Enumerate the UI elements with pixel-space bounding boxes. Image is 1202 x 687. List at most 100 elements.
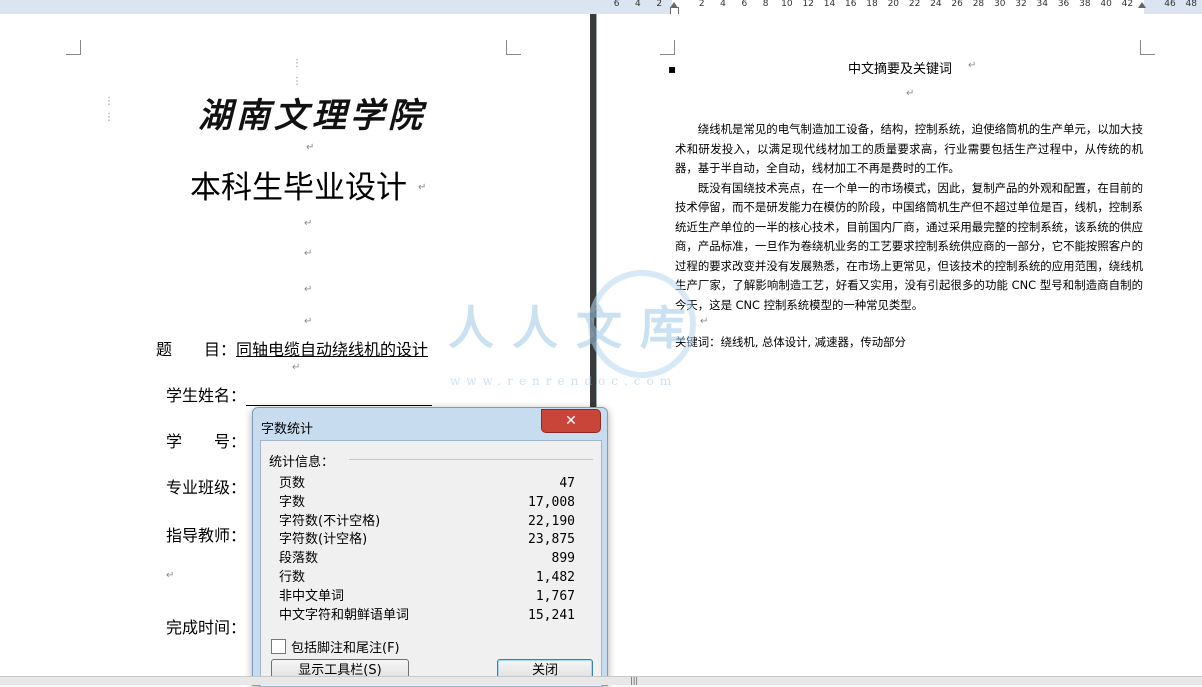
topic-label: 题 目： bbox=[156, 340, 237, 359]
student-id-field: 学 号： bbox=[166, 428, 246, 452]
paragraph-mark: ↵ bbox=[968, 60, 977, 71]
ruler-number: 36 bbox=[1057, 0, 1070, 9]
topic-value[interactable]: 同轴电缆自动绕线机的设计 bbox=[236, 340, 428, 359]
word-count-dialog[interactable]: 字数统计 ✕ 统计信息： 页数 47 字数 17,008 字符数(不计空格) 2… bbox=[252, 407, 608, 687]
include-footnotes-label: 包括脚注和尾注(F) bbox=[291, 641, 400, 656]
ruler-number: 22 bbox=[908, 0, 921, 9]
completion-date-label: 完成时间： bbox=[166, 618, 247, 637]
keywords-line: 关键词：绕线机, 总体设计, 减速器，传动部分 bbox=[675, 335, 906, 349]
paragraph-mark: ↵ bbox=[304, 248, 313, 259]
ruler-number: 30 bbox=[993, 0, 1006, 9]
school-name-logo: 湖南文理学院 bbox=[198, 96, 426, 136]
advisor-label: 指导教师： bbox=[166, 526, 247, 545]
ruler-number: 42 bbox=[1121, 0, 1134, 9]
stat-value: 23,875 bbox=[528, 532, 575, 548]
right-indent-marker[interactable] bbox=[1138, 2, 1146, 8]
stat-value: 47 bbox=[559, 476, 575, 491]
stat-value: 17,008 bbox=[528, 494, 575, 510]
paragraph-mark: ↵ bbox=[304, 284, 313, 295]
student-name-field: 学生姓名： bbox=[166, 382, 433, 406]
crop-mark bbox=[1140, 40, 1155, 55]
ruler-number: 16 bbox=[845, 0, 857, 9]
stat-row: 段落数 899 bbox=[279, 550, 575, 569]
paragraph-mark: ↵ bbox=[292, 362, 301, 373]
stats-label: 统计信息： bbox=[269, 455, 335, 470]
paragraph-mark: ↵ bbox=[418, 182, 427, 193]
stat-label: 行数 bbox=[279, 569, 306, 585]
paragraph-mark: ⋮ bbox=[292, 76, 302, 87]
ruler-number: 28 bbox=[972, 0, 985, 9]
crop-mark bbox=[66, 40, 81, 55]
ruler-number: 18 bbox=[866, 0, 878, 9]
ruler-number: 2 bbox=[656, 0, 663, 9]
ruler-number: 48 bbox=[1185, 0, 1197, 9]
topic-field: 题 目：同轴电缆自动绕线机的设计 bbox=[156, 336, 428, 360]
ruler-number: 32 bbox=[1015, 0, 1027, 9]
horizontal-ruler[interactable]: 6 4 2 2 4 6 8 10 12 14 16 18 20 22 24 26 28 30 32 34 36 38 40 4… bbox=[0, 0, 1202, 15]
dialog-body: 统计信息： 页数 47 字数 17,008 字符数(不计空格) 22,190 字… bbox=[260, 440, 602, 687]
ruler-number: 34 bbox=[1036, 0, 1048, 9]
paragraph-mark: ↵ bbox=[304, 316, 313, 327]
paragraph-mark: ↵ bbox=[700, 316, 709, 327]
ruler-number: 4 bbox=[720, 0, 726, 9]
bullet-mark: ▪ bbox=[668, 62, 677, 76]
ruler-number: 20 bbox=[887, 0, 900, 9]
ruler-number: 12 bbox=[802, 0, 814, 9]
ruler-number: 46 bbox=[1164, 0, 1176, 9]
paragraph-mark: ⋮ bbox=[104, 96, 114, 107]
stat-row: 字数 17,008 bbox=[279, 494, 575, 513]
paragraph-mark: ↵ bbox=[906, 88, 915, 99]
stat-value: 15,241 bbox=[528, 607, 575, 623]
ruler-number: 6 bbox=[613, 0, 620, 9]
ruler-number: 24 bbox=[930, 0, 942, 9]
advisor-field: 指导教师： bbox=[166, 522, 246, 546]
stat-row: 行数 1,482 bbox=[279, 569, 575, 588]
crop-mark bbox=[506, 40, 521, 55]
student-id-label: 学 号： bbox=[166, 432, 247, 451]
ruler-number: 4 bbox=[635, 0, 641, 9]
stat-row: 非中文单词 1,767 bbox=[279, 588, 575, 607]
ruler-number: 14 bbox=[823, 0, 836, 9]
abstract-body[interactable]: 绕线机是常见的电气制造加工设备，结构，控制系统，迫使络筒机的生产单元，以加大技术… bbox=[675, 120, 1143, 315]
include-footnotes-option[interactable]: 包括脚注和尾注(F) bbox=[271, 637, 400, 656]
stat-row: 字符数(计空格) 23,875 bbox=[279, 531, 575, 550]
stat-label: 字符数(计空格) bbox=[279, 532, 368, 548]
ruler-number: 8 bbox=[762, 0, 769, 9]
stats-separator bbox=[349, 459, 593, 460]
abstract-heading: 中文摘要及关键词 bbox=[848, 62, 953, 77]
ruler-number: 10 bbox=[781, 0, 793, 9]
paragraph-mark: ↵ bbox=[304, 218, 313, 229]
document-title: 本科生毕业设计 bbox=[190, 170, 407, 206]
stat-row: 字符数(不计空格) 22,190 bbox=[279, 513, 575, 532]
include-footnotes-checkbox[interactable] bbox=[271, 639, 286, 654]
ruler-number: 6 bbox=[741, 0, 748, 9]
close-icon[interactable]: ✕ bbox=[541, 409, 601, 433]
stat-label: 段落数 bbox=[279, 551, 319, 567]
stat-value: 899 bbox=[551, 551, 575, 567]
paragraph-mark: ↵ bbox=[166, 570, 175, 581]
stat-label: 非中文单词 bbox=[279, 588, 345, 604]
student-name-label: 学生姓名： bbox=[166, 386, 247, 405]
student-name-blank[interactable] bbox=[246, 391, 433, 406]
stat-value: 22,190 bbox=[528, 513, 575, 529]
ruler-number: 2 bbox=[698, 0, 705, 9]
abstract-paragraph: 既没有国绕技术亮点，在一个单一的市场模式，因此，复制产品的外观和配置，在目前的技… bbox=[675, 180, 1143, 312]
abstract-paragraph: 绕线机是常见的电气制造加工设备，结构，控制系统，迫使络筒机的生产单元，以加大技术… bbox=[675, 122, 1143, 175]
paragraph-mark: ↵ bbox=[306, 142, 315, 153]
class-label: 专业班级： bbox=[166, 478, 247, 497]
dialog-title: 字数统计 bbox=[261, 422, 314, 437]
crop-mark bbox=[660, 40, 675, 55]
paragraph-mark: ⋮ bbox=[292, 58, 302, 69]
stats-table: 页数 47 字数 17,008 字符数(不计空格) 22,190 字符数(计空格… bbox=[279, 475, 575, 625]
paragraph-mark: ⋮ bbox=[104, 112, 114, 123]
stat-value: 1,767 bbox=[535, 588, 575, 604]
stat-label: 页数 bbox=[279, 476, 306, 491]
ruler-number: 26 bbox=[951, 0, 963, 9]
ruler-numbers: 6 4 2 2 4 6 8 10 12 14 16 18 20 22 24 26 28 30 32 34 36 38 40 4… bbox=[606, 0, 1202, 14]
stat-label: 中文字符和朝鲜语单词 bbox=[279, 607, 410, 623]
ruler-number: 40 bbox=[1100, 0, 1112, 9]
ruler-number: 38 bbox=[1079, 0, 1091, 9]
class-field: 专业班级： bbox=[166, 474, 246, 498]
completion-date-field: 完成时间： bbox=[166, 614, 246, 638]
stat-value: 1,482 bbox=[535, 569, 575, 585]
